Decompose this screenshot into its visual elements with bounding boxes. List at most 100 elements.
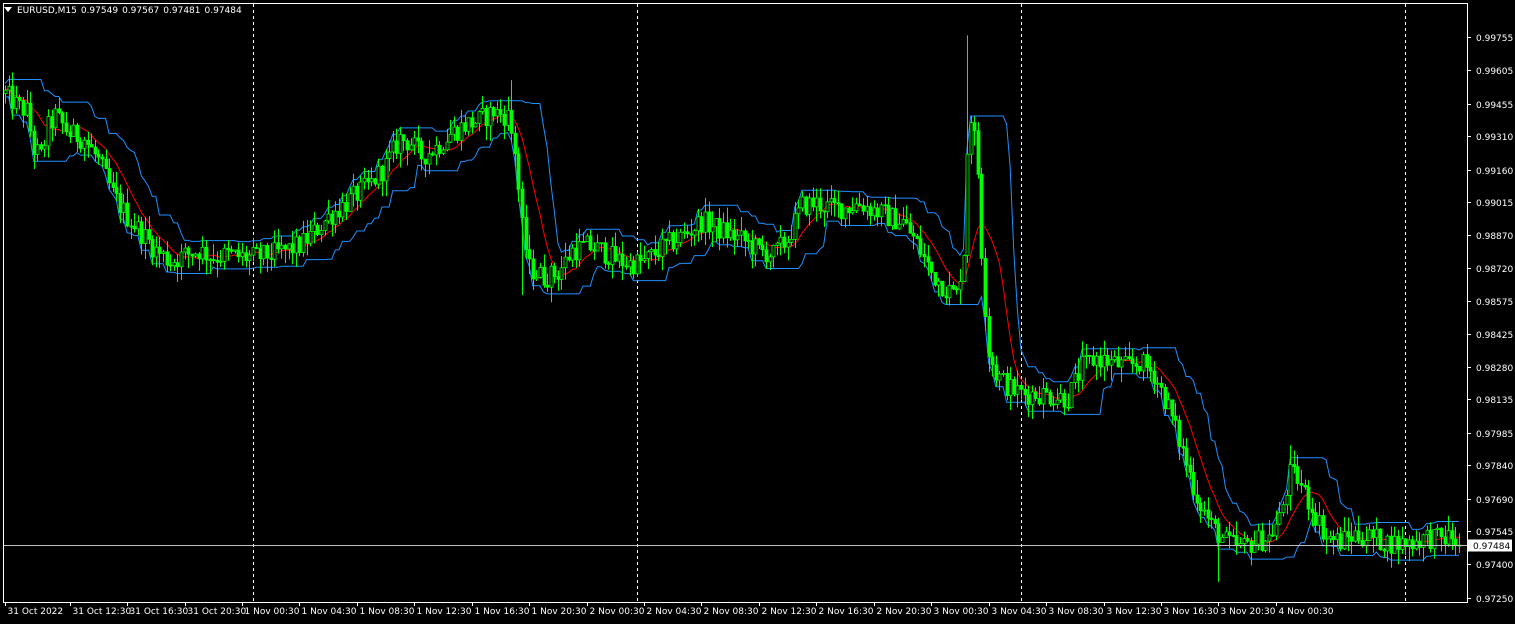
candle-body	[118, 193, 123, 213]
candle-body	[1321, 515, 1326, 540]
candle-body	[1285, 495, 1290, 506]
candle-body	[811, 197, 816, 208]
candle-body	[283, 244, 288, 250]
candle-body	[1080, 355, 1085, 381]
candle-body	[1231, 535, 1236, 537]
candle-body	[1094, 355, 1099, 366]
candle-body	[186, 247, 191, 255]
candle-body	[1116, 356, 1121, 368]
candle-body	[717, 218, 722, 239]
candle-body	[32, 130, 37, 155]
candle-body	[1141, 354, 1146, 372]
candle-body	[1109, 359, 1114, 366]
candle-body	[1091, 355, 1096, 366]
candle-body	[344, 202, 349, 212]
candle-body	[337, 210, 342, 218]
candle-body	[412, 137, 417, 146]
candle-body	[394, 140, 399, 154]
candle-body	[1353, 530, 1358, 542]
candle-body	[509, 109, 514, 134]
candle-body	[333, 210, 338, 225]
candle-body	[46, 116, 51, 147]
candle-body	[401, 134, 406, 142]
candle-body	[261, 244, 266, 260]
candle-body	[1328, 535, 1333, 539]
candle-body	[287, 243, 292, 250]
candle-body	[516, 153, 521, 190]
candle-body	[132, 226, 137, 230]
candle-body	[603, 242, 608, 264]
candle-body	[753, 238, 758, 255]
candle-body	[1041, 388, 1046, 405]
candle-body	[1084, 355, 1089, 357]
candle-body	[1281, 504, 1286, 514]
candle-body	[477, 111, 482, 124]
candle-body	[1374, 528, 1379, 539]
candle-body	[725, 222, 730, 239]
candle-body	[1295, 466, 1300, 484]
candle	[1069, 382, 1074, 409]
y-tick-label: 0.99310	[1476, 133, 1513, 143]
candle-body	[312, 224, 317, 232]
y-tick-label: 0.99160	[1476, 167, 1513, 177]
y-tick-label: 0.98135	[1476, 396, 1513, 406]
candle-body	[692, 230, 697, 236]
candle-body	[1220, 537, 1225, 543]
candle-body	[430, 153, 435, 156]
candle-body	[172, 262, 177, 266]
candle-body	[1048, 391, 1053, 405]
candle-body	[847, 207, 852, 214]
candle-body	[1130, 358, 1135, 365]
candle-body	[606, 262, 611, 265]
candle-body	[599, 242, 604, 245]
candle-body	[114, 187, 119, 194]
candle-body	[1216, 523, 1221, 543]
candle	[804, 195, 809, 217]
candle-body	[373, 178, 378, 185]
candle-body	[552, 265, 557, 278]
candle-body	[369, 178, 374, 183]
y-tick-label: 0.98280	[1476, 364, 1513, 374]
candle-body	[1213, 518, 1218, 524]
candle-body	[1385, 535, 1390, 552]
candle-body	[958, 281, 963, 291]
candle-body	[1378, 528, 1383, 551]
candle-body	[843, 207, 848, 220]
candle-body	[1119, 359, 1124, 368]
candle-body	[1105, 354, 1110, 366]
candle-body	[466, 117, 471, 132]
candle-body	[653, 249, 658, 256]
candle-body	[638, 254, 643, 262]
candle-body	[699, 216, 704, 233]
y-tick-label: 0.99755	[1476, 34, 1513, 44]
candle-body	[348, 193, 353, 212]
candle-body	[954, 288, 959, 291]
candle-body	[1392, 535, 1397, 554]
candle-body	[1152, 370, 1157, 384]
candle-body	[635, 254, 640, 275]
candle-body	[613, 246, 618, 262]
candle-body	[1023, 388, 1028, 396]
candle-body	[1310, 508, 1315, 513]
candle-body	[979, 173, 984, 259]
candle-body	[319, 229, 324, 236]
candle-body	[1127, 356, 1132, 360]
candle-body	[1439, 527, 1444, 538]
price-chart[interactable]: 0.97250 0.97400 0.97545 0.97690 0.97840 0.979…	[0, 0, 1515, 624]
candle-body	[39, 144, 44, 150]
collapse-triangle-icon[interactable]	[4, 7, 12, 12]
chart-window[interactable]: 0.97250 0.97400 0.97545 0.97690 0.97840 0.979…	[0, 0, 1515, 624]
candle-body	[660, 238, 665, 258]
x-tick-label: 31 Oct 2022	[8, 607, 64, 617]
candle-body	[1303, 484, 1308, 488]
candle-body	[728, 229, 733, 239]
candle-body	[1181, 446, 1186, 449]
candle-body	[513, 132, 518, 155]
candle-body	[1446, 530, 1451, 545]
candle-body	[495, 108, 500, 117]
x-tick-label: 1 Nov 00:30	[245, 607, 300, 617]
candle-body	[976, 130, 981, 175]
candle-body	[1177, 419, 1182, 447]
candle-body	[1076, 373, 1081, 381]
candle-body	[1249, 540, 1254, 553]
